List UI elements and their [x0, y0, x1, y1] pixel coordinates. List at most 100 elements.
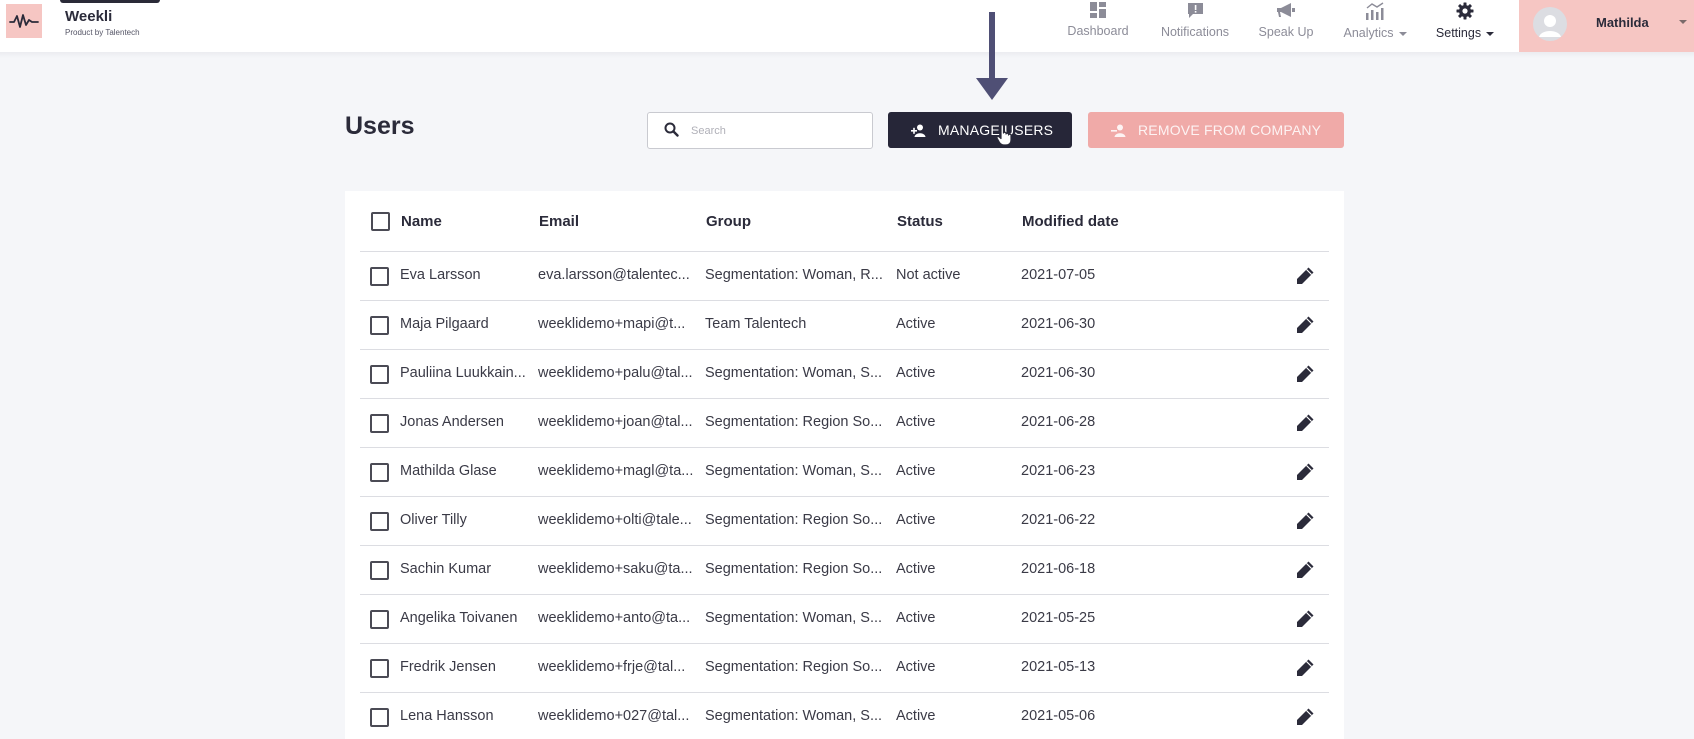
row-checkbox[interactable] [370, 659, 389, 678]
table-row[interactable]: Oliver Tilly weeklidemo+olti@tale... Segme… [360, 497, 1329, 546]
search-input[interactable] [691, 120, 866, 142]
cell-modified-date: 2021-05-25 [1021, 610, 1096, 626]
table-row[interactable]: Pauliina Luukkain... weeklidemo+palu@tal.… [360, 350, 1329, 399]
cell-group: Team Talentech [705, 316, 807, 332]
edit-pencil-icon[interactable] [1295, 413, 1315, 438]
brand-subtitle: Product by Talentech [65, 28, 140, 37]
remove-user-icon [1111, 124, 1128, 137]
cell-modified-date: 2021-07-05 [1021, 267, 1096, 283]
edit-pencil-icon[interactable] [1295, 707, 1315, 732]
hand-pointer-cursor-icon [996, 124, 1012, 146]
gear-icon [1456, 2, 1474, 20]
annotation-arrow-head [976, 78, 1008, 100]
row-checkbox[interactable] [370, 365, 389, 384]
edit-pencil-icon[interactable] [1295, 609, 1315, 634]
cell-email: weeklidemo+magl@ta... [538, 463, 694, 479]
table-row[interactable]: Lena Hansson weeklidemo+027@tal... Segment… [360, 693, 1329, 739]
column-header-email[interactable]: Email [539, 213, 579, 230]
cell-email: eva.larsson@talentec... [538, 267, 690, 283]
table-row[interactable]: Sachin Kumar weeklidemo+saku@ta... Segment… [360, 546, 1329, 595]
cell-modified-date: 2021-06-30 [1021, 316, 1096, 332]
column-header-status[interactable]: Status [897, 213, 943, 230]
column-header-name[interactable]: Name [401, 213, 442, 230]
column-header-modified-date[interactable]: Modified date [1022, 213, 1119, 230]
cell-name: Oliver Tilly [400, 512, 467, 528]
analytics-caret-icon [1398, 31, 1407, 36]
user-caret-icon [1679, 20, 1687, 24]
manage-users-button[interactable]: MANAGE USERS [888, 112, 1072, 148]
select-all-checkbox[interactable] [371, 212, 390, 231]
cell-name: Lena Hansson [400, 708, 494, 724]
row-checkbox[interactable] [370, 512, 389, 531]
cell-status: Active [896, 561, 936, 577]
edit-pencil-icon[interactable] [1295, 315, 1315, 340]
weekli-logo-icon[interactable] [6, 4, 42, 38]
cell-modified-date: 2021-06-23 [1021, 463, 1096, 479]
cell-email: weeklidemo+anto@ta... [538, 610, 691, 626]
notification-icon [1187, 3, 1203, 18]
users-table: Name Email Group Status Modified date Ev… [345, 191, 1344, 739]
nav-settings-label: Settings [1436, 26, 1495, 40]
annotation-arrow-shaft [989, 12, 995, 80]
nav-notifications[interactable]: Notifications [1158, 0, 1232, 52]
nav-dashboard-label: Dashboard [1067, 24, 1129, 38]
row-checkbox[interactable] [370, 316, 389, 335]
row-checkbox[interactable] [370, 610, 389, 629]
logo-tab-marker [60, 0, 160, 3]
edit-pencil-icon[interactable] [1295, 560, 1315, 585]
cell-email: weeklidemo+027@tal... [538, 708, 690, 724]
page-title: Users [345, 112, 415, 140]
row-checkbox[interactable] [370, 414, 389, 433]
search-box[interactable] [647, 112, 873, 149]
cell-group: Segmentation: Region So... [705, 512, 883, 528]
cell-name: Angelika Toivanen [400, 610, 518, 626]
header-shadow [0, 52, 1694, 58]
analytics-icon [1366, 2, 1384, 20]
cell-status: Active [896, 610, 936, 626]
cell-name: Fredrik Jensen [400, 659, 496, 675]
cell-group: Segmentation: Woman, R... [705, 267, 883, 283]
cell-group: Segmentation: Region So... [705, 659, 883, 675]
user-name: Mathilda [1596, 15, 1649, 30]
edit-pencil-icon[interactable] [1295, 462, 1315, 487]
nav-dashboard[interactable]: Dashboard [1066, 0, 1130, 52]
nav-speak-up[interactable]: Speak Up [1258, 0, 1314, 52]
remove-from-company-button[interactable]: REMOVE FROM COMPANY [1088, 112, 1344, 148]
table-row[interactable]: Mathilda Glase weeklidemo+magl@ta... Segme… [360, 448, 1329, 497]
cell-status: Active [896, 463, 936, 479]
remove-from-company-label: REMOVE FROM COMPANY [1138, 122, 1322, 138]
table-row[interactable]: Angelika Toivanen weeklidemo+anto@ta... Se… [360, 595, 1329, 644]
search-icon [664, 122, 679, 137]
top-header: Weekli Product by Talentech Dashboard No… [0, 0, 1694, 52]
edit-pencil-icon[interactable] [1295, 511, 1315, 536]
edit-pencil-icon[interactable] [1295, 266, 1315, 291]
row-checkbox[interactable] [370, 708, 389, 727]
row-checkbox[interactable] [370, 463, 389, 482]
row-checkbox[interactable] [370, 267, 389, 286]
table-row[interactable]: Maja Pilgaard weeklidemo+mapi@t... Team Ta… [360, 301, 1329, 350]
cell-group: Segmentation: Woman, S... [705, 463, 883, 479]
column-header-group[interactable]: Group [706, 213, 751, 230]
table-row[interactable]: Jonas Andersen weeklidemo+joan@tal... Segm… [360, 399, 1329, 448]
settings-caret-icon [1486, 31, 1495, 36]
row-checkbox[interactable] [370, 561, 389, 580]
cell-email: weeklidemo+palu@tal... [538, 365, 693, 381]
cell-status: Not active [896, 267, 961, 283]
cell-status: Active [896, 414, 936, 430]
cell-modified-date: 2021-05-06 [1021, 708, 1096, 724]
cell-status: Active [896, 365, 936, 381]
cell-status: Active [896, 316, 936, 332]
table-row[interactable]: Fredrik Jensen weeklidemo+frje@tal... Segm… [360, 644, 1329, 693]
cell-modified-date: 2021-06-18 [1021, 561, 1096, 577]
cell-group: Segmentation: Region So... [705, 561, 883, 577]
user-menu[interactable]: Mathilda [1519, 0, 1694, 52]
nav-speak-up-label: Speak Up [1258, 25, 1314, 39]
table-row[interactable]: Eva Larsson eva.larsson@talentec... Segmen… [360, 252, 1329, 301]
cell-group: Segmentation: Woman, S... [705, 610, 883, 626]
edit-pencil-icon[interactable] [1295, 364, 1315, 389]
nav-analytics[interactable]: Analytics [1340, 0, 1410, 52]
cell-name: Eva Larsson [400, 267, 481, 283]
nav-settings[interactable]: Settings [1430, 0, 1500, 52]
edit-pencil-icon[interactable] [1295, 658, 1315, 683]
cell-status: Active [896, 708, 936, 724]
